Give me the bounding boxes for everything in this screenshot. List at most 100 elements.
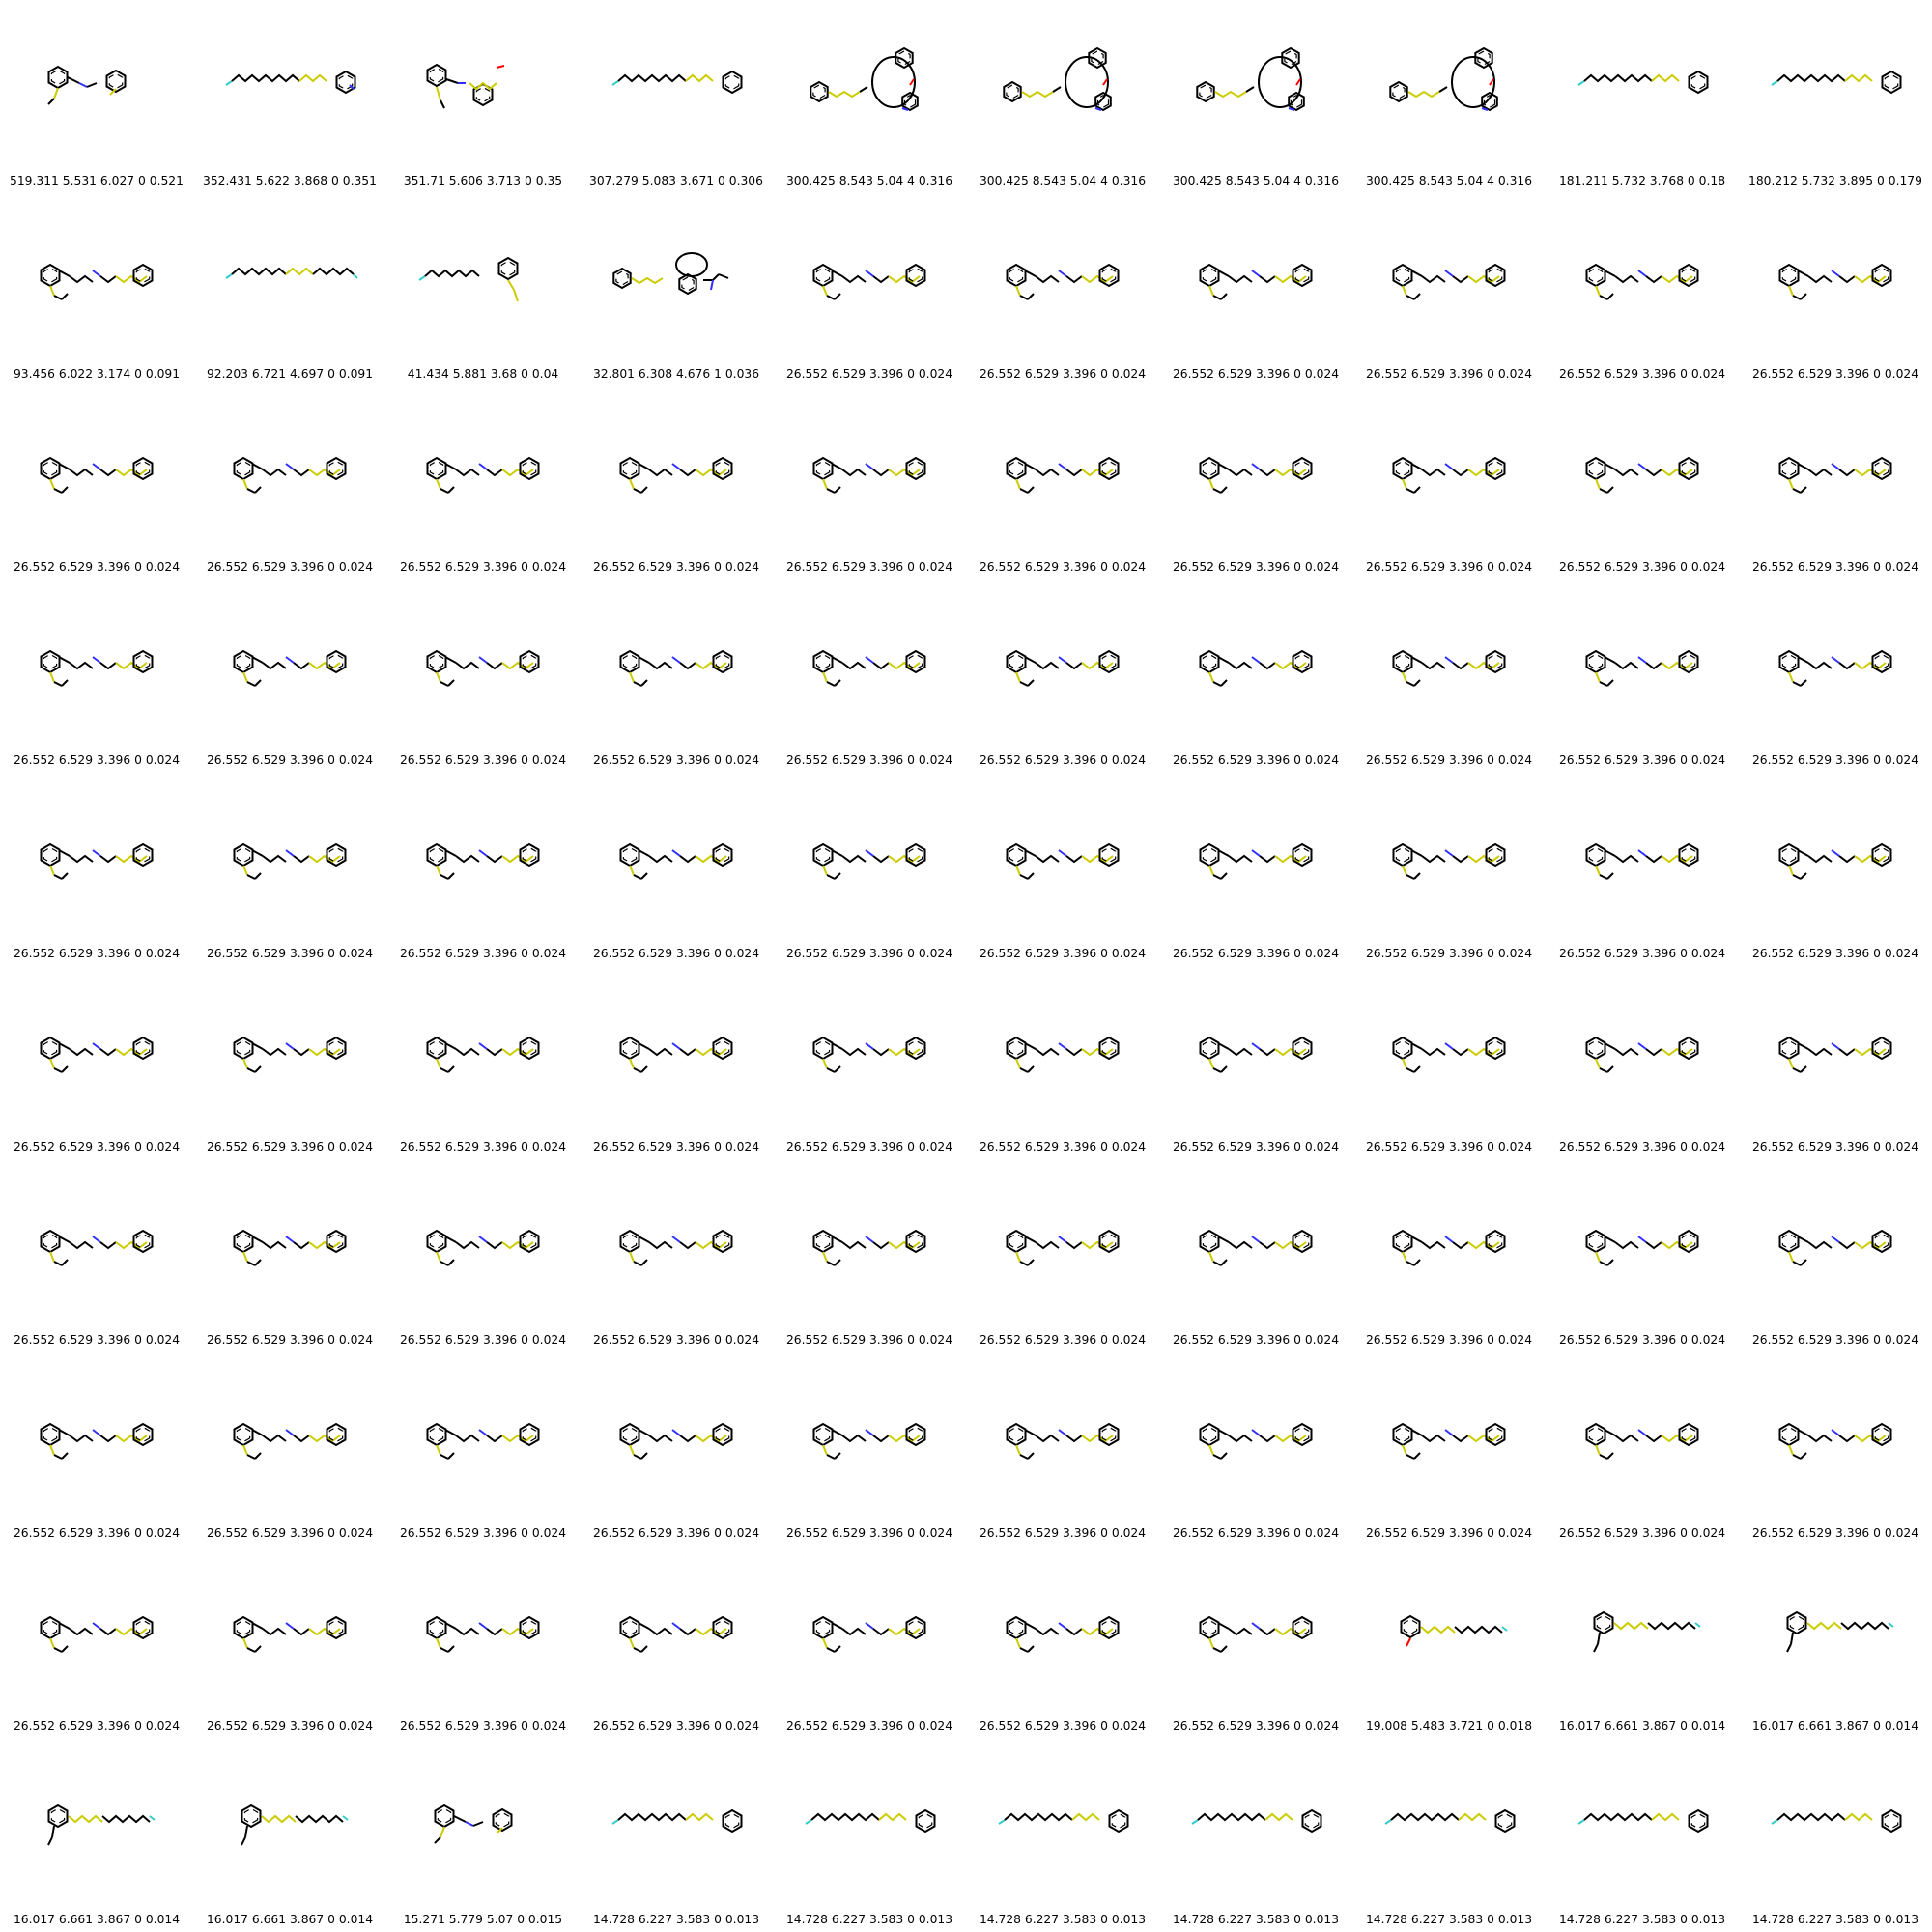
molecule-cell: 14.728 6.227 3.583 0 0.013 — [966, 1739, 1159, 1932]
molecule-cell: 26.552 6.529 3.396 0 0.024 — [1352, 773, 1546, 966]
molecule-structure — [1199, 1615, 1313, 1653]
molecule-caption: 26.552 6.529 3.396 0 0.024 — [1172, 367, 1340, 381]
molecule-structure — [1778, 649, 1892, 687]
molecule-cell: 180.212 5.732 3.895 0 0.179 — [1739, 0, 1932, 193]
molecule-structure — [40, 1615, 154, 1653]
molecule-cell: 26.552 6.529 3.396 0 0.024 — [1159, 773, 1352, 966]
molecule-structure — [1199, 1422, 1313, 1460]
molecule-structure — [1585, 1422, 1699, 1460]
molecule-structure — [812, 1036, 926, 1073]
molecule-cell: 26.552 6.529 3.396 0 0.024 — [773, 1546, 966, 1739]
molecule-structure — [1585, 456, 1699, 494]
molecule-cell: 26.552 6.529 3.396 0 0.024 — [0, 1546, 193, 1739]
molecule-caption: 19.008 5.483 3.721 0 0.018 — [1365, 1719, 1533, 1733]
molecule-structure — [233, 1422, 347, 1460]
molecule-cell: 26.552 6.529 3.396 0 0.024 — [966, 386, 1159, 580]
molecule-caption: 14.728 6.227 3.583 0 0.013 — [1558, 1913, 1726, 1926]
molecule-caption: 26.552 6.529 3.396 0 0.024 — [13, 1140, 181, 1153]
molecule-structure — [1585, 263, 1699, 300]
molecule-structure — [1577, 70, 1709, 95]
molecule-caption: 26.552 6.529 3.396 0 0.024 — [1172, 1719, 1340, 1733]
molecule-caption: 26.552 6.529 3.396 0 0.024 — [785, 947, 953, 960]
molecule-caption: 26.552 6.529 3.396 0 0.024 — [979, 947, 1147, 960]
molecule-caption: 26.552 6.529 3.396 0 0.024 — [1558, 947, 1726, 960]
molecule-structure — [619, 1229, 733, 1266]
molecule-caption: 26.552 6.529 3.396 0 0.024 — [1365, 560, 1533, 574]
molecule-structure — [1196, 46, 1305, 112]
molecule-caption: 26.552 6.529 3.396 0 0.024 — [206, 1140, 374, 1153]
molecule-structure — [40, 1036, 154, 1073]
molecule-cell: 26.552 6.529 3.396 0 0.024 — [1159, 386, 1352, 580]
molecule-cell: 14.728 6.227 3.583 0 0.013 — [1352, 1739, 1546, 1932]
molecule-cell: 26.552 6.529 3.396 0 0.024 — [193, 773, 386, 966]
molecule-structure — [812, 1422, 926, 1460]
molecule-caption: 15.271 5.779 5.07 0 0.015 — [403, 1913, 563, 1926]
molecule-cell: 300.425 8.543 5.04 4 0.316 — [1159, 0, 1352, 193]
molecule-structure — [1778, 456, 1892, 494]
molecule-cell: 26.552 6.529 3.396 0 0.024 — [386, 1159, 580, 1352]
molecule-structure — [1003, 46, 1112, 112]
molecule-caption: 26.552 6.529 3.396 0 0.024 — [13, 1526, 181, 1540]
molecule-cell: 26.552 6.529 3.396 0 0.024 — [1739, 193, 1932, 386]
molecule-caption: 26.552 6.529 3.396 0 0.024 — [979, 1333, 1147, 1347]
molecule-caption: 26.552 6.529 3.396 0 0.024 — [1172, 1526, 1340, 1540]
molecule-cell: 300.425 8.543 5.04 4 0.316 — [966, 0, 1159, 193]
molecule-caption: 351.71 5.606 3.713 0 0.35 — [403, 174, 563, 187]
molecule-structure — [1778, 842, 1892, 880]
molecule-cell: 26.552 6.529 3.396 0 0.024 — [193, 1352, 386, 1546]
molecule-caption: 26.552 6.529 3.396 0 0.024 — [1172, 1140, 1340, 1153]
molecule-caption: 26.552 6.529 3.396 0 0.024 — [1558, 753, 1726, 767]
molecule-caption: 26.552 6.529 3.396 0 0.024 — [1365, 1140, 1533, 1153]
molecule-cell: 300.425 8.543 5.04 4 0.316 — [773, 0, 966, 193]
molecule-grid: 519.311 5.531 6.027 0 0.521 352.431 5.622… — [0, 0, 1932, 1932]
molecule-caption: 26.552 6.529 3.396 0 0.024 — [1365, 367, 1533, 381]
molecule-cell: 26.552 6.529 3.396 0 0.024 — [966, 193, 1159, 386]
molecule-structure — [40, 842, 154, 880]
molecule-structure — [612, 252, 729, 296]
molecule-cell: 26.552 6.529 3.396 0 0.024 — [0, 773, 193, 966]
molecule-cell: 26.552 6.529 3.396 0 0.024 — [1739, 580, 1932, 773]
molecule-structure — [426, 1422, 540, 1460]
molecule-caption: 26.552 6.529 3.396 0 0.024 — [1751, 1140, 1919, 1153]
molecule-cell: 26.552 6.529 3.396 0 0.024 — [580, 1546, 773, 1739]
molecule-cell: 26.552 6.529 3.396 0 0.024 — [580, 966, 773, 1159]
molecule-cell: 41.434 5.881 3.68 0 0.04 — [386, 193, 580, 386]
molecule-cell: 26.552 6.529 3.396 0 0.024 — [0, 966, 193, 1159]
molecule-cell: 26.552 6.529 3.396 0 0.024 — [1739, 773, 1932, 966]
molecule-structure — [611, 1808, 743, 1833]
molecule-caption: 41.434 5.881 3.68 0 0.04 — [407, 367, 559, 381]
molecule-caption: 26.552 6.529 3.396 0 0.024 — [785, 753, 953, 767]
molecule-cell: 26.552 6.529 3.396 0 0.024 — [1352, 1159, 1546, 1352]
molecule-cell: 14.728 6.227 3.583 0 0.013 — [1159, 1739, 1352, 1932]
molecule-cell: 26.552 6.529 3.396 0 0.024 — [773, 580, 966, 773]
molecule-structure — [233, 456, 347, 494]
molecule-structure — [1191, 1808, 1322, 1833]
molecule-caption: 26.552 6.529 3.396 0 0.024 — [1365, 1526, 1533, 1540]
molecule-cell: 26.552 6.529 3.396 0 0.024 — [773, 193, 966, 386]
molecule-caption: 26.552 6.529 3.396 0 0.024 — [1558, 1526, 1726, 1540]
molecule-structure — [1585, 1229, 1699, 1266]
molecule-caption: 26.552 6.529 3.396 0 0.024 — [1172, 560, 1340, 574]
molecule-cell: 14.728 6.227 3.583 0 0.013 — [1546, 1739, 1739, 1932]
molecule-caption: 92.203 6.721 4.697 0 0.091 — [206, 367, 374, 381]
molecule-structure — [619, 1615, 733, 1653]
molecule-structure — [805, 1808, 936, 1833]
molecule-caption: 26.552 6.529 3.396 0 0.024 — [1558, 1140, 1726, 1153]
molecule-structure — [619, 842, 733, 880]
molecule-caption: 16.017 6.661 3.867 0 0.014 — [13, 1913, 181, 1926]
molecule-structure — [1577, 1808, 1709, 1833]
molecule-caption: 181.211 5.732 3.768 0 0.18 — [1558, 174, 1726, 187]
molecule-cell: 26.552 6.529 3.396 0 0.024 — [193, 386, 386, 580]
molecule-structure — [1392, 1422, 1506, 1460]
molecule-cell: 26.552 6.529 3.396 0 0.024 — [1546, 773, 1739, 966]
molecule-structure — [1006, 1422, 1120, 1460]
molecule-cell: 26.552 6.529 3.396 0 0.024 — [1352, 580, 1546, 773]
molecule-cell: 352.431 5.622 3.868 0 0.351 — [193, 0, 386, 193]
molecule-cell: 26.552 6.529 3.396 0 0.024 — [0, 1159, 193, 1352]
molecule-structure — [1392, 263, 1506, 300]
molecule-structure — [418, 256, 519, 302]
molecule-structure — [1006, 1036, 1120, 1073]
molecule-cell: 26.552 6.529 3.396 0 0.024 — [773, 773, 966, 966]
molecule-caption: 26.552 6.529 3.396 0 0.024 — [592, 1719, 760, 1733]
molecule-structure — [1585, 842, 1699, 880]
